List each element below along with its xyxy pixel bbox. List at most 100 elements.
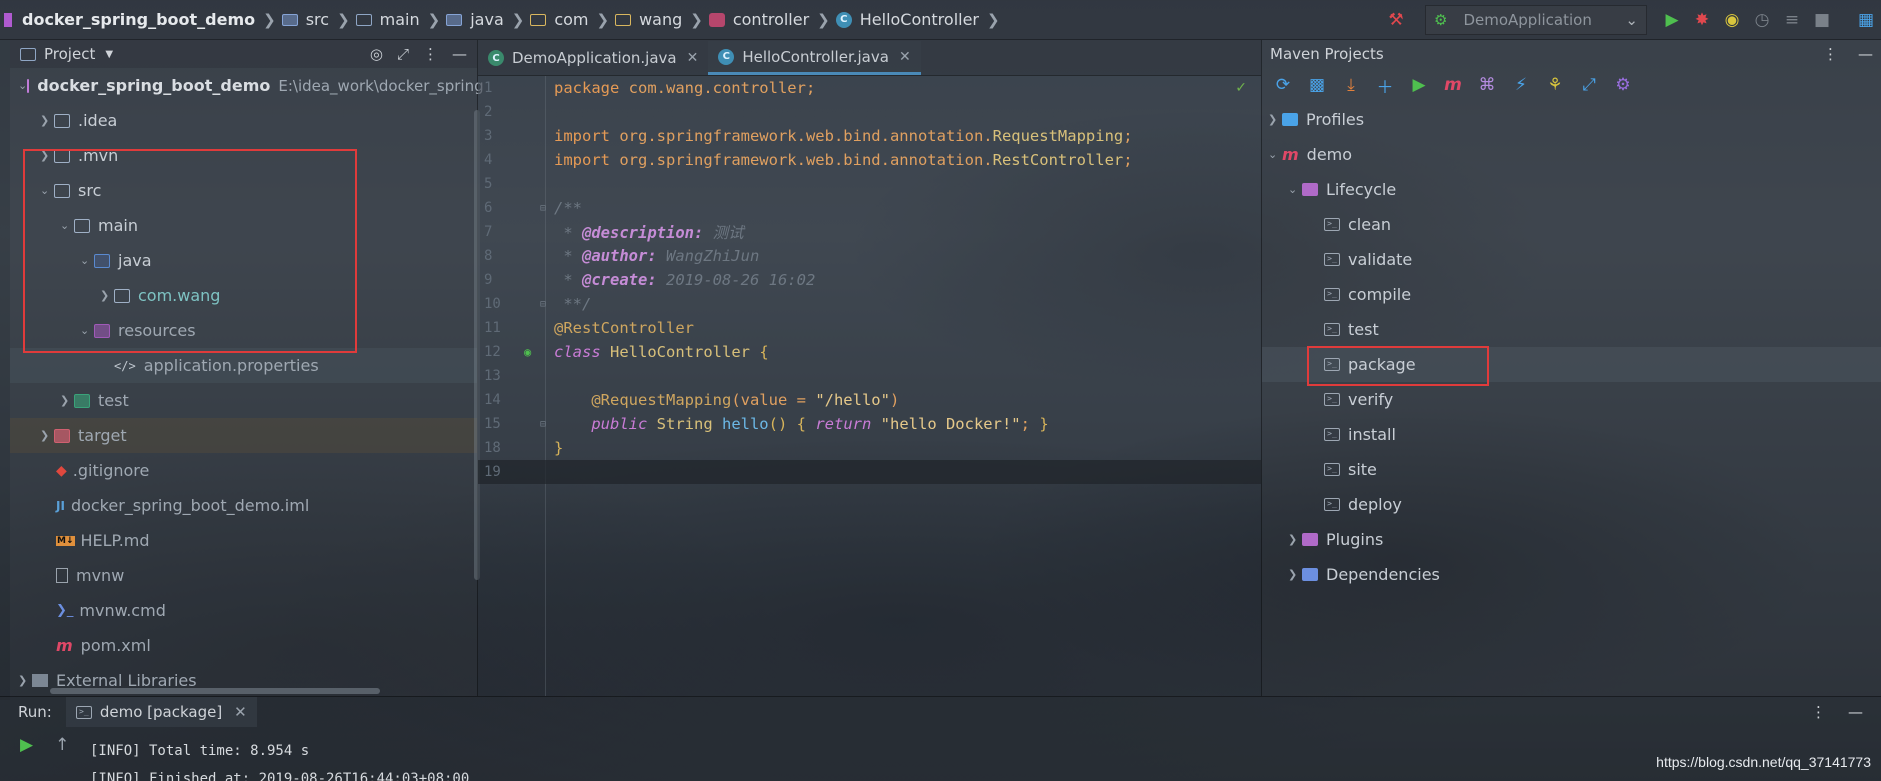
horizontal-scrollbar[interactable] [50, 688, 380, 694]
stop-icon[interactable]: ■ [1807, 5, 1837, 35]
chevron-right-icon[interactable]: ❯ [40, 429, 54, 442]
chevron-right-icon[interactable]: ❯ [1288, 533, 1302, 546]
collapse-all-icon[interactable]: ⤢ [1578, 75, 1600, 95]
tab-demoapplication[interactable]: C DemoApplication.java ✕ [478, 41, 708, 75]
tree-item-label: mvnw.cmd [79, 601, 166, 620]
line-number: 11 [484, 320, 501, 336]
maven-item-dependencies[interactable]: ❯ Dependencies [1262, 557, 1881, 592]
tree-item-test[interactable]: ❯ test [10, 383, 477, 418]
close-icon[interactable]: ✕ [687, 50, 699, 66]
show-dependencies-icon[interactable]: ⚘ [1544, 75, 1566, 95]
fold-icon[interactable]: ⊟ [540, 203, 554, 214]
maven-item-plugins[interactable]: ❯ Plugins [1262, 522, 1881, 557]
maven-goal-validate[interactable]: >_ validate [1262, 242, 1881, 277]
more-options-icon[interactable]: ⋮ [1823, 45, 1838, 63]
spring-bean-gutter-icon[interactable]: ◉ [524, 345, 554, 359]
generate-sources-icon[interactable]: ▩ [1306, 75, 1328, 95]
hammer-build-icon[interactable]: ⚒ [1381, 5, 1411, 35]
more-options-icon[interactable]: ⋮ [423, 45, 438, 63]
line-number: 2 [484, 104, 493, 120]
chevron-down-icon[interactable]: ⌄ [1288, 183, 1302, 196]
breadcrumb-controller[interactable]: controller [733, 10, 809, 29]
breadcrumb-wang[interactable]: wang [639, 10, 682, 29]
tree-item-pom-xml[interactable]: m pom.xml [10, 628, 477, 663]
class-icon: C [835, 11, 852, 28]
tree-item-mvnw-cmd[interactable]: ❯_ mvnw.cmd [10, 593, 477, 628]
locate-target-icon[interactable]: ◎ [370, 45, 383, 63]
code-line: 8 * @author: WangZhiJun [478, 244, 1261, 268]
tree-item-help-md[interactable]: M↓ HELP.md [10, 523, 477, 558]
line-number: 18 [484, 440, 501, 456]
minimize-icon[interactable]: — [1858, 45, 1873, 63]
settings-gear-icon[interactable]: ⚙ [1612, 75, 1634, 95]
minimize-icon[interactable]: — [1848, 703, 1863, 721]
skip-tests-icon[interactable]: ⚡ [1510, 75, 1532, 95]
run-icon[interactable]: ▶ [1657, 5, 1687, 35]
chevron-right-icon[interactable]: ❯ [18, 674, 32, 687]
project-view-selector[interactable]: Project ▼ [20, 45, 113, 63]
close-icon[interactable]: ✕ [234, 703, 247, 721]
run-tab-demo-package[interactable]: >_ demo [package] ✕ [65, 697, 257, 727]
tree-item-gitignore[interactable]: ◆ .gitignore [10, 453, 477, 488]
chevron-right-icon[interactable]: ❯ [1288, 568, 1302, 581]
run-with-coverage-icon[interactable]: ◉ [1717, 5, 1747, 35]
tree-item-mvnw[interactable]: mvnw [10, 558, 477, 593]
tree-item-project-root[interactable]: ⌄ docker_spring_boot_demo E:\idea_work\d… [10, 68, 484, 103]
breadcrumb-com[interactable]: com [554, 10, 588, 29]
maven-item-profiles[interactable]: ❯ Profiles [1262, 102, 1881, 137]
tree-item-target[interactable]: ❯ target [10, 418, 477, 453]
close-icon[interactable]: ✕ [899, 49, 911, 65]
debug-icon[interactable]: ✸ [1687, 5, 1717, 35]
breadcrumb-hellocontroller[interactable]: HelloController [860, 10, 979, 29]
tab-hellocontroller[interactable]: C HelloController.java ✕ [708, 41, 921, 75]
tree-item-iml[interactable]: JI docker_spring_boot_demo.iml [10, 488, 477, 523]
breadcrumb-java[interactable]: java [470, 10, 504, 29]
maven-goal-package[interactable]: >_ package [1262, 346, 1881, 386]
navigation-bar: docker_spring_boot_demo ❯ src ❯ main ❯ j… [0, 0, 1881, 40]
maven-goal-label: site [1348, 460, 1377, 479]
chevron-down-icon[interactable]: ⌄ [18, 79, 27, 92]
download-sources-icon[interactable]: ⤓ [1340, 75, 1362, 95]
code-area[interactable]: 1 package com.wang.controller; 2 3 impor… [478, 76, 1261, 484]
run-side-toolbar: ▶ ↑ [0, 727, 90, 781]
line-number: 10 [484, 296, 501, 312]
more-options-icon[interactable]: ⋮ [1811, 703, 1826, 721]
tree-item-idea[interactable]: ❯ .idea [10, 103, 477, 138]
profile-icon[interactable]: ◷ [1747, 5, 1777, 35]
chevron-right-icon: ❯ [690, 10, 703, 29]
minimize-icon[interactable]: — [452, 45, 467, 63]
toggle-offline-icon[interactable]: ⌘ [1476, 75, 1498, 95]
console-output[interactable]: [INFO] Total time: 8.954 s [INFO] Finish… [90, 727, 469, 781]
maven-goal-site[interactable]: >_ site [1262, 452, 1881, 487]
chevron-right-icon[interactable]: ❯ [1268, 113, 1282, 126]
maven-goal-test[interactable]: >_ test [1262, 312, 1881, 347]
chevron-right-icon[interactable]: ❯ [60, 394, 74, 407]
run-maven-build-icon[interactable]: ▶ [1408, 75, 1430, 95]
maven-goal-deploy[interactable]: >_ deploy [1262, 487, 1881, 522]
breadcrumb-main[interactable]: main [380, 10, 420, 29]
maven-file-icon: m [56, 636, 73, 655]
fold-icon[interactable]: ⊟ [540, 419, 554, 430]
breadcrumb-src[interactable]: src [306, 10, 329, 29]
caret-down-icon: ▼ [105, 48, 114, 60]
add-maven-project-icon[interactable]: ＋ [1374, 73, 1396, 98]
scroll-up-icon[interactable]: ↑ [55, 735, 69, 781]
chevron-right-icon[interactable]: ❯ [40, 114, 54, 127]
maven-goal-compile[interactable]: >_ compile [1262, 277, 1881, 312]
attach-icon[interactable]: ≡ [1777, 5, 1807, 35]
breadcrumb-project[interactable]: docker_spring_boot_demo [22, 10, 255, 29]
tree-item-application-properties[interactable]: </> application.properties [10, 348, 477, 383]
maven-item-lifecycle[interactable]: ⌄ Lifecycle [1262, 172, 1881, 207]
collapse-all-icon[interactable]: ⤢ [397, 45, 409, 63]
structure-icon[interactable]: ▦ [1851, 5, 1881, 35]
chevron-down-icon[interactable]: ⌄ [1268, 148, 1282, 161]
maven-item-demo[interactable]: ⌄ m demo [1262, 137, 1881, 172]
maven-goal-clean[interactable]: >_ clean [1262, 207, 1881, 242]
run-configuration-select[interactable]: ⚙ DemoApplication ⌄ [1425, 5, 1647, 35]
maven-goal-verify[interactable]: >_ verify [1262, 382, 1881, 417]
maven-goal-install[interactable]: >_ install [1262, 417, 1881, 452]
execute-maven-goal-icon[interactable]: m [1442, 75, 1464, 95]
rerun-icon[interactable]: ▶ [20, 735, 33, 781]
reimport-icon[interactable]: ⟳ [1272, 75, 1294, 95]
fold-icon[interactable]: ⊟ [540, 299, 554, 310]
